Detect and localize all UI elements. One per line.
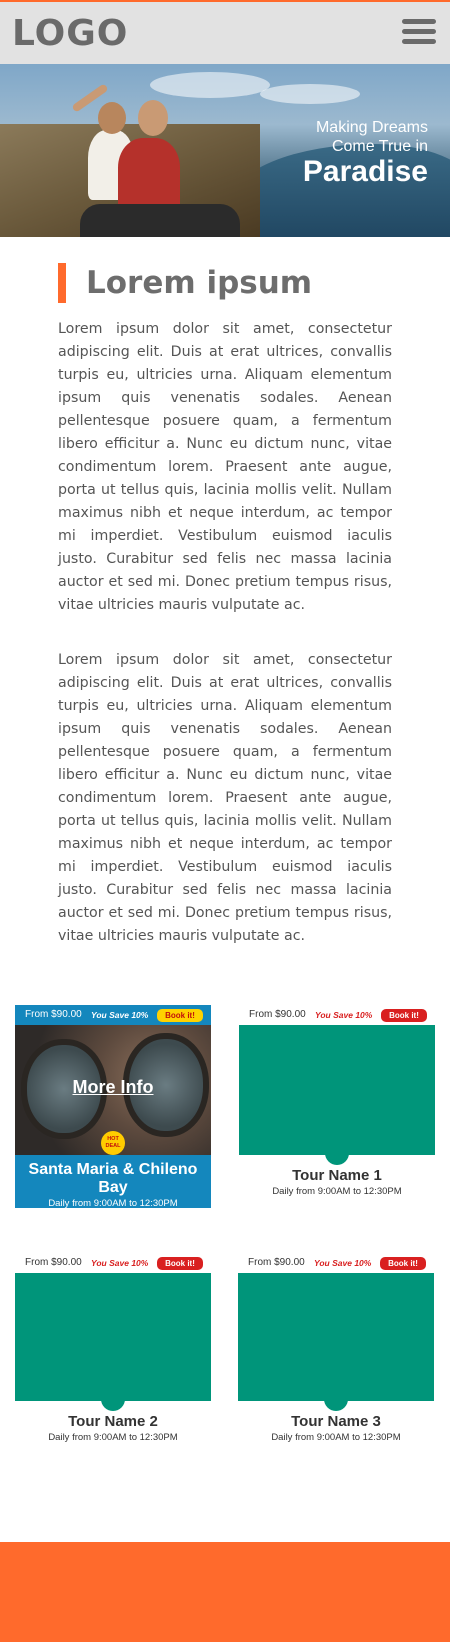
tour-image-placeholder <box>239 1025 435 1165</box>
card-price-bar: From $90.00 You Save 10% Book it! <box>239 1005 435 1025</box>
menu-bar <box>402 19 436 24</box>
tour-savings: You Save 10% <box>314 1258 372 1268</box>
body-paragraph: Lorem ipsum dolor sit amet, consectetur … <box>58 321 392 613</box>
hero-person-man <box>118 138 180 212</box>
hero-tagline-line: Come True in <box>331 138 428 155</box>
hero-banner: Making Dreams Come True in Paradise <box>0 64 450 237</box>
tour-name: Santa Maria & Chileno Bay <box>28 1161 198 1196</box>
hero-cloud <box>260 84 360 104</box>
tour-card[interactable]: From $90.00 You Save 10% Book it! Tour N… <box>238 1253 434 1444</box>
tour-savings: You Save 10% <box>91 1010 149 1020</box>
logo[interactable]: LOGO <box>12 14 128 54</box>
body-paragraph: Lorem ipsum dolor sit amet, consectetur … <box>58 652 392 944</box>
site-header: LOGO <box>0 0 450 64</box>
image-notch <box>324 1391 348 1411</box>
hero-tagline-line: Making Dreams <box>315 119 428 136</box>
menu-bar <box>402 29 436 34</box>
tour-schedule: Daily from 9:00AM to 12:30PM <box>48 1198 178 1209</box>
hero-person-head <box>98 102 126 134</box>
tour-card[interactable]: From $90.00 You Save 10% Book it! Tour N… <box>239 1005 435 1198</box>
image-notch <box>325 1145 349 1165</box>
hero-tagline-emphasis: Paradise <box>302 155 428 188</box>
hero-quad-bike <box>80 204 240 237</box>
hero-person-head <box>138 100 168 136</box>
book-it-button[interactable]: Book it! <box>380 1257 426 1270</box>
tour-image-placeholder <box>238 1273 434 1411</box>
tour-schedule: Daily from 9:00AM to 12:30PM <box>48 1432 178 1443</box>
book-it-button[interactable]: Book it! <box>381 1009 427 1022</box>
hot-deal-text: HOT <box>107 1136 119 1142</box>
tour-photo: More Info HOT DEAL <box>15 1025 211 1155</box>
hero-tagline: Making Dreams Come True in Paradise <box>303 118 428 188</box>
image-notch <box>101 1391 125 1411</box>
tour-price: From $90.00 <box>249 1009 306 1020</box>
card-price-bar: From $90.00 You Save 10% Book it! <box>15 1005 211 1025</box>
tour-image-placeholder <box>15 1273 211 1411</box>
hero-cloud <box>150 72 270 98</box>
tour-name: Tour Name 2 <box>68 1413 158 1430</box>
more-info-link[interactable]: More Info <box>15 1077 211 1098</box>
tour-price: From $90.00 <box>25 1009 82 1020</box>
hot-deal-badge: HOT DEAL <box>101 1131 125 1155</box>
tour-card-featured[interactable]: From $90.00 You Save 10% Book it! More I… <box>15 1005 211 1209</box>
menu-bar <box>402 39 436 44</box>
hamburger-menu-icon[interactable] <box>402 19 436 45</box>
site-footer <box>0 1542 450 1642</box>
hot-deal-text: DEAL <box>105 1143 121 1149</box>
tour-schedule: Daily from 9:00AM to 12:30PM <box>271 1432 401 1443</box>
tour-price: From $90.00 <box>248 1257 305 1268</box>
book-it-button[interactable]: Book it! <box>157 1257 203 1270</box>
section-title: Lorem ipsum <box>58 263 312 303</box>
tour-savings: You Save 10% <box>315 1010 373 1020</box>
tour-name: Tour Name 1 <box>292 1167 382 1184</box>
tour-price: From $90.00 <box>25 1257 82 1268</box>
tour-name: Tour Name 3 <box>291 1413 381 1430</box>
card-price-bar: From $90.00 You Save 10% Book it! <box>238 1253 434 1273</box>
tour-card[interactable]: From $90.00 You Save 10% Book it! Tour N… <box>15 1253 211 1444</box>
tour-schedule: Daily from 9:00AM to 12:30PM <box>272 1186 402 1197</box>
tour-savings: You Save 10% <box>91 1258 149 1268</box>
book-it-button[interactable]: Book it! <box>157 1009 203 1022</box>
card-price-bar: From $90.00 You Save 10% Book it! <box>15 1253 211 1273</box>
